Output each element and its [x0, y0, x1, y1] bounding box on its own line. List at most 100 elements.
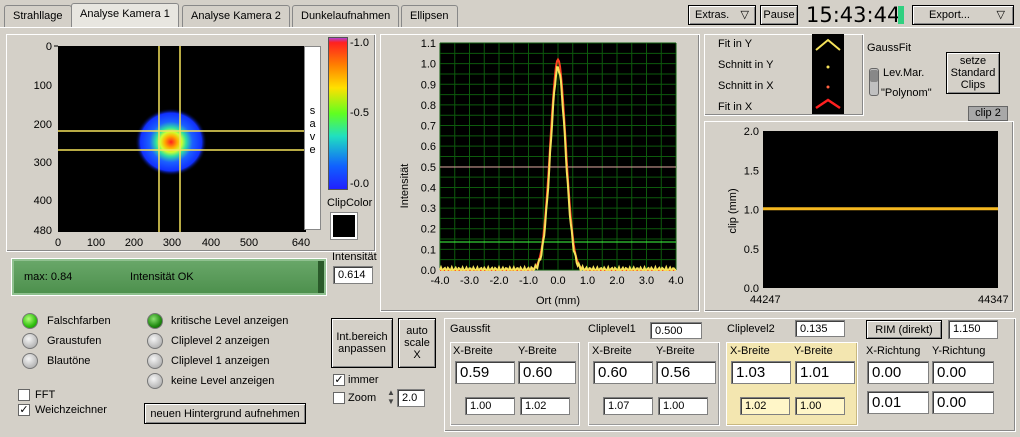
profile-ytick: 0.4 [421, 182, 436, 194]
extras-label: Extras. [695, 9, 730, 21]
legend-fit-x: Fit in X [718, 101, 753, 113]
tab-analyse-kamera-1[interactable]: Analyse Kamera 1 [71, 3, 179, 28]
rim-y-direction-2: 0.00 [932, 391, 994, 414]
rim-yr-label: Y-Richtung [932, 345, 986, 357]
kritische-level-led[interactable] [147, 313, 163, 329]
clip-xmax: 44347 [978, 294, 1009, 306]
cliplevel2-label: Cliplevel2 [727, 323, 775, 335]
cliplevel1-label: Cliplevel1 [588, 323, 636, 335]
cliplevel2-x-width: 1.03 [731, 361, 791, 384]
max-value: max: 0.84 [24, 271, 73, 283]
profile-xtick: 4.0 [668, 275, 683, 287]
cliplevel1-x-width: 0.60 [593, 361, 653, 384]
image-xtick: 200 [125, 237, 143, 249]
status-indicator [898, 6, 904, 24]
zoom-value[interactable]: 2.0 [397, 389, 425, 407]
pause-button[interactable]: Pause [760, 5, 798, 25]
zoom-stepper[interactable]: ▲ ▼ [386, 388, 396, 408]
tab-divider [0, 27, 1020, 28]
gaussfit-yb-label: Y-Breite [518, 345, 557, 357]
cliplevel1-xb-label: X-Breite [592, 345, 632, 357]
graustufen-led[interactable] [22, 333, 38, 349]
profile-ytick: 0.8 [421, 100, 436, 112]
kritische-level-label: kritische Level anzeigen [171, 315, 289, 327]
export-menu[interactable]: Export... ▽ [912, 5, 1014, 25]
extras-menu[interactable]: Extras. ▽ [688, 5, 756, 25]
keine-level-label: keine Level anzeigen [171, 375, 275, 387]
gaussfit-y-width: 0.60 [518, 361, 576, 384]
gaussfit-option-polynom: "Polynom" [881, 87, 932, 99]
profile-xtick: 1.0 [580, 275, 595, 287]
rim-x-direction: 0.00 [867, 361, 929, 384]
tab-ellipsen[interactable]: Ellipsen [401, 5, 458, 27]
cliplevel1-y-width: 0.56 [656, 361, 716, 384]
cliplevel2-yb-label: Y-Breite [794, 345, 833, 357]
zoom-checkbox[interactable] [333, 392, 345, 404]
intensity-value: 0.614 [333, 266, 373, 284]
chevron-down-icon: ▽ [740, 9, 749, 21]
clip-ylabel: clip (mm) [727, 188, 739, 233]
export-label: Export... [929, 9, 970, 21]
status-bar: max: 0.84 Intensität OK [11, 258, 327, 296]
legend-swatch-schnitt-x [826, 85, 830, 89]
clip-selector[interactable]: clip 2 [968, 106, 1008, 121]
image-xtick: 500 [240, 237, 258, 249]
new-background-button[interactable]: neuen Hintergrund aufnehmen [144, 403, 306, 424]
keine-level-led[interactable] [147, 373, 163, 389]
gaussfit-xb-label: X-Breite [453, 345, 493, 357]
cliplevel2-input[interactable]: 0.135 [795, 320, 845, 337]
tab-strahllage[interactable]: Strahllage [4, 5, 72, 27]
clipcolor-label: ClipColor [327, 197, 373, 209]
graustufen-label: Graustufen [47, 335, 102, 347]
falschfarben-label: Falschfarben [47, 315, 111, 327]
zoom-label: Zoom [348, 392, 377, 404]
status-handle [318, 261, 324, 293]
save-slider[interactable]: s a v e [304, 46, 321, 230]
gaussfit-toggle[interactable] [869, 68, 879, 96]
gaussfit-y-sub: 1.02 [520, 397, 570, 415]
autoscale-x-button[interactable]: auto scale X [398, 318, 436, 368]
cliplevel1-led[interactable] [147, 353, 163, 369]
gaussfit-x-sub: 1.00 [465, 397, 515, 415]
image-ytick: 400 [34, 195, 52, 207]
profile-chart: 1.1 1.0 0.9 0.8 0.7 0.6 0.5 0.4 0.3 0.2 … [399, 38, 684, 307]
profile-xtick: -1.0 [519, 275, 538, 287]
clipcolor-swatch[interactable] [330, 212, 358, 240]
cliplevel1-yb-label: Y-Breite [656, 345, 695, 357]
blautoene-led[interactable] [22, 353, 38, 369]
fft-checkbox[interactable] [18, 389, 30, 401]
falschfarben-led[interactable] [22, 313, 38, 329]
profile-ytick: 0.7 [421, 121, 436, 133]
cliplevel2-xb-label: X-Breite [730, 345, 770, 357]
weichzeichner-label: Weichzeichner [35, 404, 107, 416]
clip-ytick: 1.0 [744, 205, 759, 217]
gaussfit-results-label: Gaussfit [450, 323, 491, 335]
immer-checkbox[interactable]: ✓ [333, 374, 345, 386]
cliplevel2-led[interactable] [147, 333, 163, 349]
rim-direct-button[interactable]: RIM (direkt) [866, 320, 942, 339]
profile-xtick: -3.0 [460, 275, 479, 287]
int-range-button[interactable]: Int.bereich anpassen [331, 318, 393, 368]
profile-xtick: -2.0 [490, 275, 509, 287]
cliplevel1-input[interactable]: 0.500 [650, 322, 702, 339]
cliplevel2-show-label: Cliplevel 2 anzeigen [171, 335, 270, 347]
tab-analyse-kamera-2[interactable]: Analyse Kamera 2 [182, 5, 290, 27]
clip-ytick: 1.5 [744, 165, 759, 177]
profile-xtick: 3.0 [639, 275, 654, 287]
cliplevel1-x-sub: 1.07 [603, 397, 653, 415]
tab-dunkelaufnahmen[interactable]: Dunkelaufnahmen [292, 5, 400, 27]
cliplevel1-show-label: Cliplevel 1 anzeigen [171, 355, 270, 367]
weichzeichner-checkbox[interactable]: ✓ [18, 404, 30, 416]
clip-chart: 2.0 1.5 1.0 0.5 0.0 clip (mm) 44247 4434… [727, 126, 1009, 306]
set-standard-clips-button[interactable]: setze Standard Clips [946, 52, 1000, 94]
colorbar [328, 37, 348, 190]
legend-swatches [812, 34, 844, 114]
legend-schnitt-x: Schnitt in X [718, 80, 774, 92]
image-xtick: 640 [292, 237, 310, 249]
image-ytick: 0 [46, 41, 52, 53]
intensity-label: Intensität [332, 251, 377, 263]
profile-ytick: 0.9 [421, 79, 436, 91]
rim-x-direction-2: 0.01 [867, 391, 929, 414]
profile-ytick: 0.1 [421, 244, 436, 256]
status-message: Intensität OK [130, 271, 194, 283]
